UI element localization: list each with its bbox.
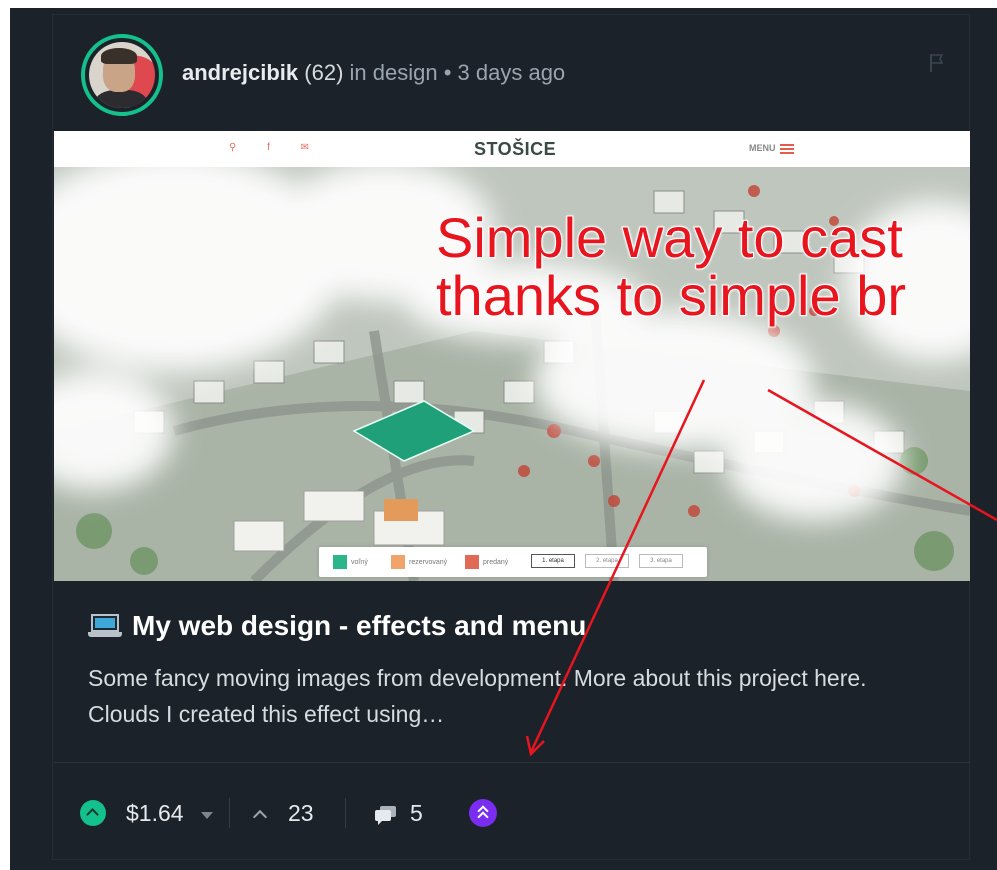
post-meta: andrejcibik (62) in design • 3 days ago	[182, 60, 565, 86]
stage-button-1[interactable]: 1. etapa	[531, 554, 575, 568]
legend-swatch-sold	[465, 555, 479, 569]
annotation-line-2: thanks to simple br	[435, 264, 907, 327]
site-header-preview: ⚲ f ✉ STOŠICE MENU	[54, 131, 970, 167]
laptop-icon	[88, 614, 122, 638]
post-title-text[interactable]: My web design - effects and menu	[132, 610, 586, 641]
vote-count[interactable]: 23	[288, 800, 314, 827]
site-menu: MENU	[749, 143, 794, 154]
caret-down-icon[interactable]	[201, 812, 213, 819]
post-community-time[interactable]: in design • 3 days ago	[350, 60, 566, 85]
payout-value[interactable]: $1.64	[126, 800, 184, 827]
footer-separator	[229, 798, 230, 828]
site-logo: STOŠICE	[474, 139, 557, 159]
site-social-icons: ⚲ f ✉	[229, 142, 324, 153]
comment-count[interactable]: 5	[410, 800, 423, 827]
stage-button-3[interactable]: 3. etapa	[639, 554, 683, 568]
legend-swatch-free	[333, 555, 347, 569]
legend-swatch-reserved	[391, 555, 405, 569]
footer-separator	[345, 798, 346, 828]
post-title[interactable]: My web design - effects and menu	[88, 610, 586, 642]
author-avatar[interactable]	[81, 34, 163, 116]
author-reputation: (62)	[304, 60, 344, 85]
post-thumbnail[interactable]: ⚲ f ✉ STOŠICE MENU Simple way to cast th…	[54, 131, 970, 581]
footer-divider	[54, 762, 970, 763]
stage-button-2[interactable]: 2. etapa	[585, 554, 629, 568]
legend-label-free: voľný	[351, 559, 368, 566]
author-name[interactable]: andrejcibik	[182, 60, 298, 85]
comment-icon[interactable]	[374, 805, 398, 825]
upvote-icon[interactable]	[80, 800, 106, 826]
legend-label-sold: predaný	[483, 559, 509, 566]
map-legend: voľný rezervovaný predaný 1. etapa 2. et…	[319, 547, 707, 577]
post-description[interactable]: Some fancy moving images from developmen…	[88, 660, 908, 732]
legend-label-reserved: rezervovaný	[409, 559, 448, 566]
flag-icon[interactable]	[928, 52, 946, 74]
annotation-overlay-text: Simple way to cast thanks to simple br	[435, 206, 907, 327]
annotation-line-1: Simple way to cast	[435, 206, 904, 269]
boost-icon[interactable]	[469, 799, 497, 827]
